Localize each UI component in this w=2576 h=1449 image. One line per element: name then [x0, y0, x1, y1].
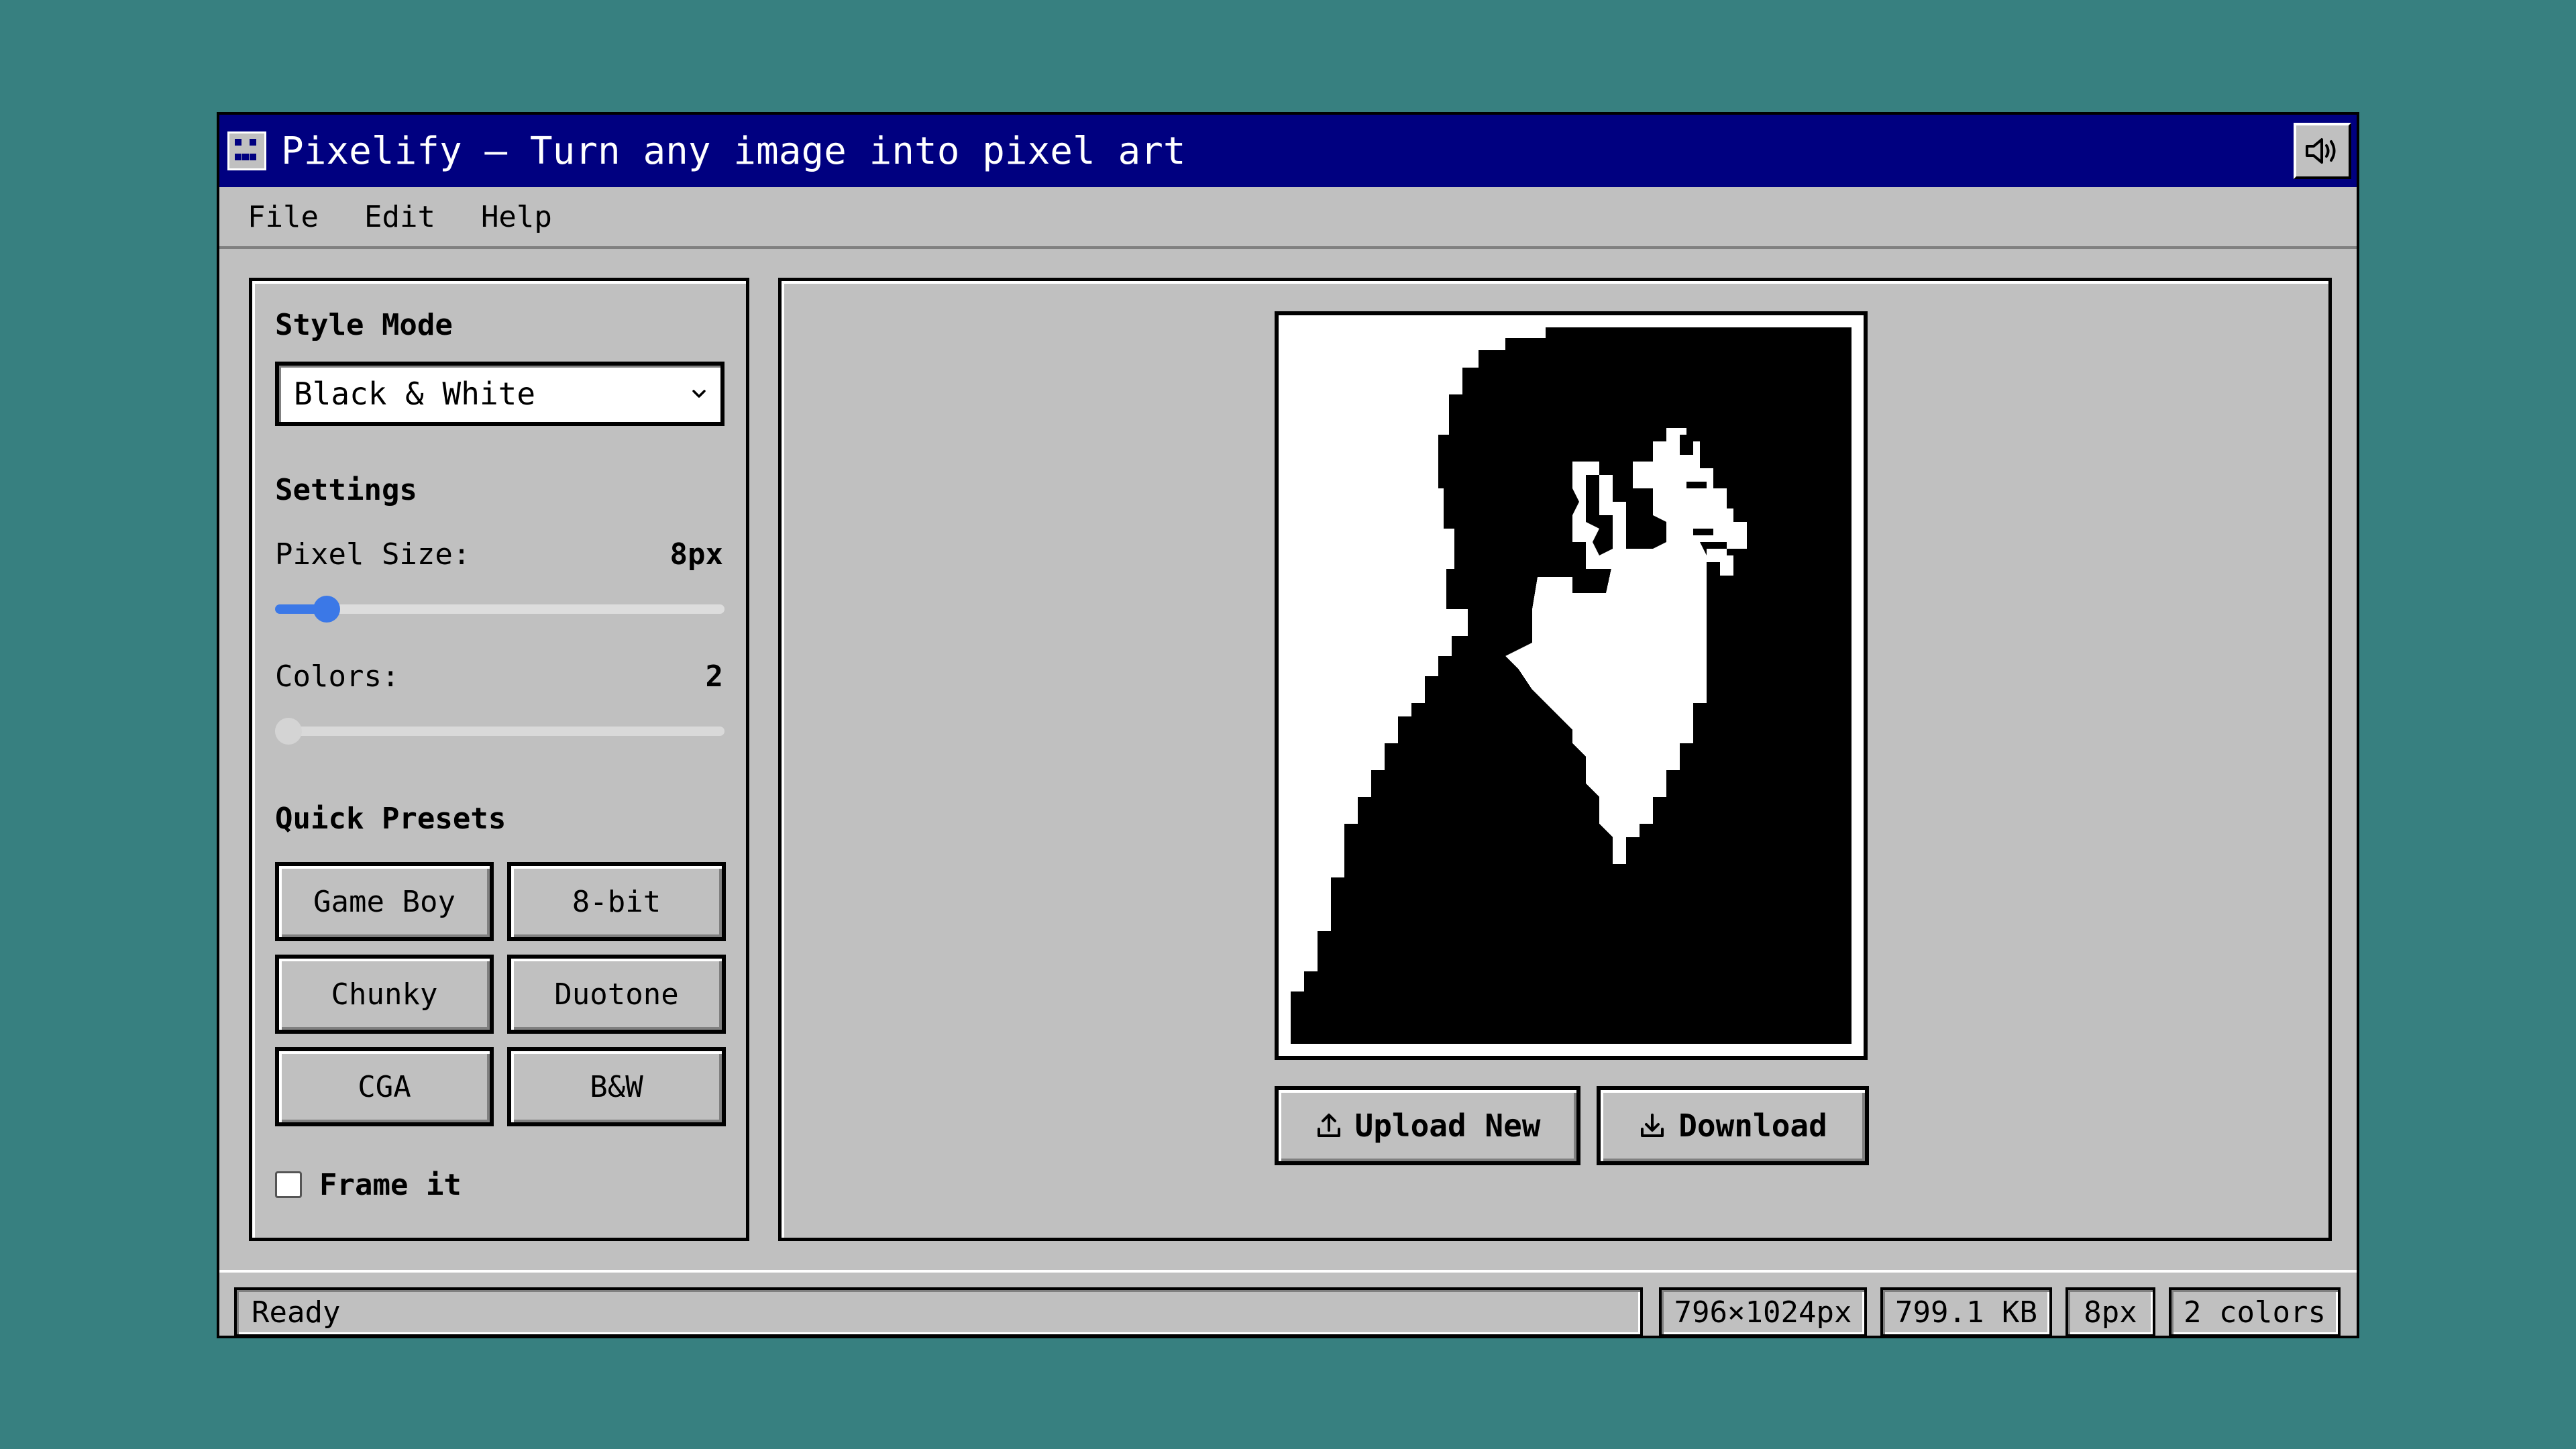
- style-mode-value: Black & White: [294, 376, 536, 412]
- colors-slider-thumb[interactable]: [275, 718, 302, 745]
- window-title: Pixelify — Turn any image into pixel art: [281, 129, 1186, 173]
- style-mode-select[interactable]: Black & White: [275, 362, 724, 426]
- preset-bw-button[interactable]: B&W: [507, 1047, 726, 1126]
- upload-icon: [1317, 1114, 1340, 1137]
- pixel-size-label: Pixel Size:: [275, 537, 471, 572]
- colors-value: 2: [705, 659, 724, 694]
- preset-cga-button[interactable]: CGA: [275, 1047, 494, 1126]
- status-pixel-size: 8px: [2065, 1287, 2155, 1337]
- menu-help[interactable]: Help: [481, 200, 552, 234]
- menu-file[interactable]: File: [248, 200, 319, 234]
- app-window: Pixelify — Turn any image into pixel art…: [217, 112, 2359, 1338]
- style-mode-heading: Style Mode: [275, 308, 453, 342]
- colors-slider[interactable]: [275, 718, 724, 745]
- settings-heading: Settings: [275, 473, 417, 507]
- menu-edit[interactable]: Edit: [364, 200, 435, 234]
- status-colors: 2 colors: [2169, 1287, 2341, 1337]
- status-text: Ready: [234, 1287, 1643, 1337]
- colors-label: Colors:: [275, 659, 400, 694]
- status-file-size: 799.1 KB: [1880, 1287, 2052, 1337]
- download-label: Download: [1678, 1108, 1827, 1144]
- frame-it-label[interactable]: Frame it: [319, 1168, 462, 1202]
- status-dimensions: 796×1024px: [1659, 1287, 1867, 1337]
- download-icon: [1641, 1114, 1664, 1137]
- preset-chunky-button[interactable]: Chunky: [275, 955, 494, 1034]
- settings-sidebar: Style Mode Black & White Settings Pixel …: [249, 278, 749, 1241]
- quick-presets-heading: Quick Presets: [275, 802, 506, 836]
- upload-new-label: Upload New: [1354, 1108, 1541, 1144]
- pixelated-portrait-image: [1291, 327, 1851, 1044]
- chevron-down-icon: [692, 390, 706, 398]
- status-bar: Ready 796×1024px 799.1 KB 8px 2 colors: [219, 1270, 2357, 1341]
- canvas-panel: Upload New Download: [778, 278, 2332, 1241]
- pixel-size-slider[interactable]: [275, 596, 724, 623]
- speaker-icon: [2306, 138, 2336, 164]
- pixel-art-preview: [1275, 311, 1868, 1060]
- preset-8-bit-button[interactable]: 8-bit: [507, 862, 726, 941]
- app-icon: [227, 131, 266, 170]
- preset-duotone-button[interactable]: Duotone: [507, 955, 726, 1034]
- menu-bar: File Edit Help: [219, 187, 2357, 249]
- sound-button[interactable]: [2294, 123, 2351, 179]
- download-button[interactable]: Download: [1597, 1086, 1869, 1165]
- upload-new-button[interactable]: Upload New: [1275, 1086, 1580, 1165]
- title-bar[interactable]: Pixelify — Turn any image into pixel art: [219, 115, 2357, 187]
- frame-it-checkbox[interactable]: [275, 1171, 302, 1198]
- pixel-size-slider-thumb[interactable]: [313, 596, 340, 623]
- preset-game-boy-button[interactable]: Game Boy: [275, 862, 494, 941]
- pixel-size-value: 8px: [669, 537, 723, 572]
